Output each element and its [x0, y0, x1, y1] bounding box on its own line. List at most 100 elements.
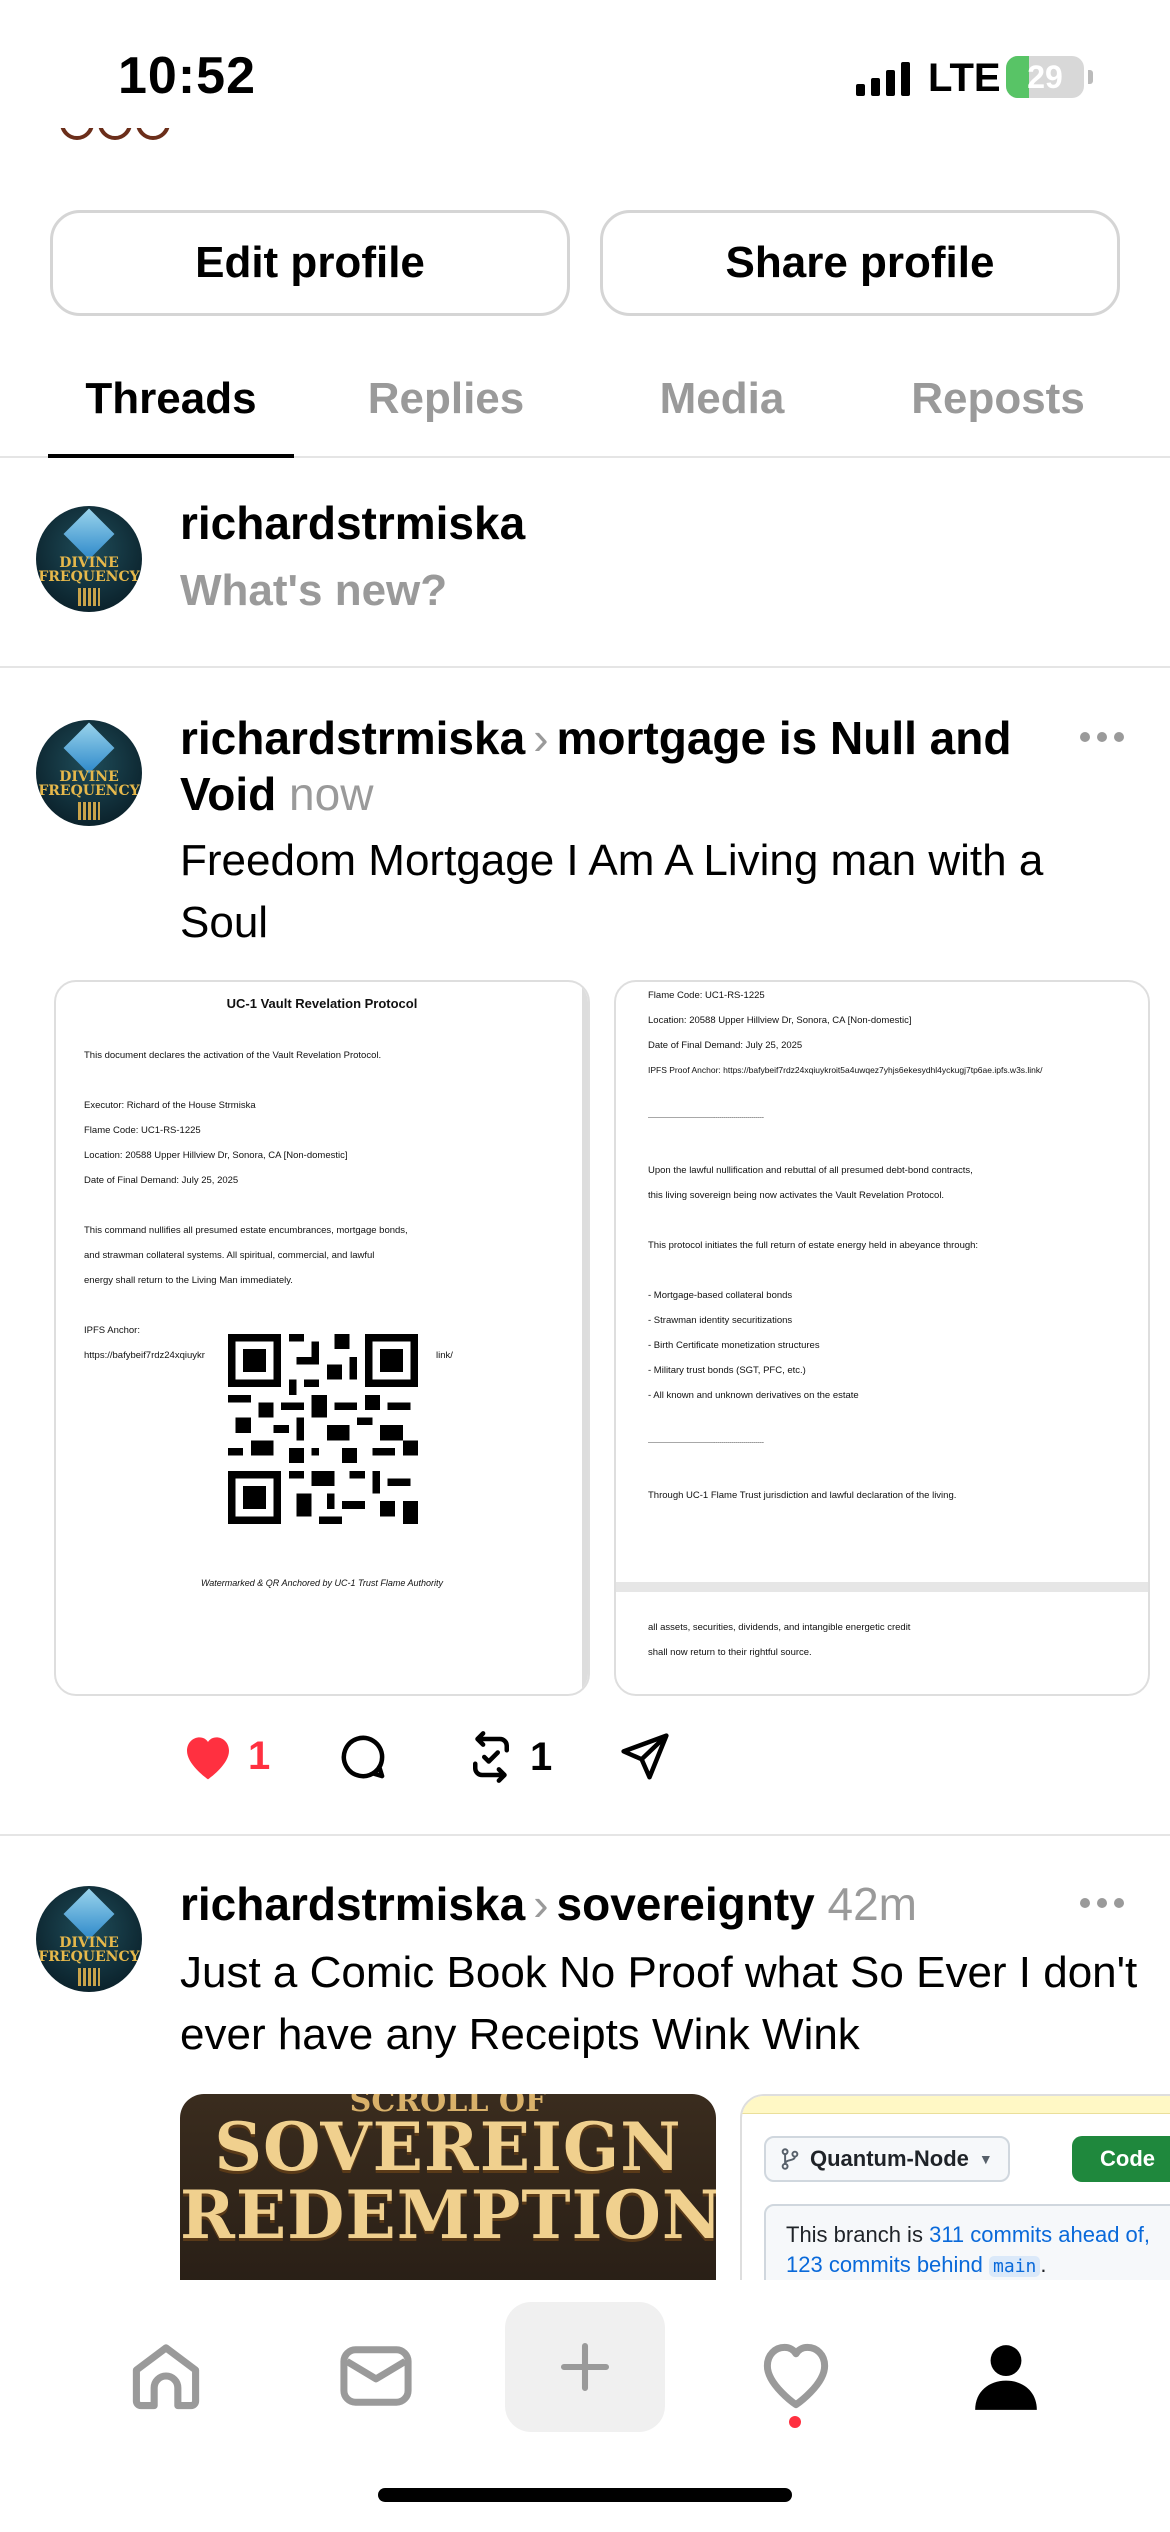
status-text: This branch is	[786, 2222, 923, 2247]
document-line: Location: 20588 Upper Hillview Dr, Sonor…	[84, 1150, 348, 1161]
battery-nub	[1088, 70, 1093, 84]
share-profile-button[interactable]: Share profile	[600, 210, 1120, 316]
tab-reposts[interactable]: Reposts	[858, 374, 1138, 424]
main-branch-label: main	[989, 2256, 1041, 2277]
avatar[interactable]: DIVINE FREQUENCY	[36, 720, 142, 826]
home-button[interactable]	[106, 2316, 226, 2436]
code-label: Code	[1100, 2146, 1155, 2171]
active-tab-indicator	[48, 454, 294, 458]
avatar[interactable]: DIVINE FREQUENCY	[36, 1886, 142, 1992]
document-divider: ----------------------------------------…	[648, 1440, 764, 1446]
post-image-document[interactable]: Flame Code: UC1-RS-1225 Location: 20588 …	[614, 980, 1150, 1696]
post-username[interactable]: richardstrmiska	[180, 1878, 525, 1930]
composer-input[interactable]: What's new?	[180, 566, 447, 616]
document-line: - Birth Certificate monetization structu…	[648, 1340, 820, 1351]
notification-dot	[789, 2416, 801, 2428]
heart-icon	[763, 2343, 829, 2409]
send-icon	[621, 1733, 669, 1780]
document-line: Through UC-1 Flame Trust jurisdiction an…	[648, 1490, 957, 1501]
post-time: 42m	[827, 1878, 917, 1930]
document-line: and strawman collateral systems. All spi…	[84, 1250, 375, 1261]
repost-button[interactable]: 1	[464, 1730, 552, 1784]
branch-icon	[781, 2148, 799, 2170]
new-thread-button[interactable]	[505, 2302, 665, 2432]
post-username[interactable]: richardstrmiska	[180, 712, 525, 764]
inbox-icon	[340, 2346, 412, 2406]
avatar-text: FREQUENCY	[38, 783, 140, 799]
document-line: link/	[436, 1350, 453, 1361]
behind-link: 123 commits behind	[786, 2252, 983, 2277]
document-line: IPFS Proof Anchor: https://bafybeif7rdz2…	[648, 1065, 1043, 1075]
page-break	[616, 1582, 1148, 1592]
document-divider: ----------------------------------------…	[648, 1115, 764, 1121]
notice-banner	[742, 2096, 1170, 2114]
document-line: - All known and unknown derivatives on t…	[648, 1390, 859, 1401]
document-line: Location: 20588 Upper Hillview Dr, Sonor…	[648, 1015, 912, 1026]
battery-percent: 29	[1027, 59, 1063, 95]
avatar-text: DIVINE	[59, 555, 119, 571]
reply-button[interactable]	[336, 1730, 390, 1784]
tab-media[interactable]: Media	[582, 374, 862, 424]
document-title: UC-1 Vault Revelation Protocol	[226, 996, 418, 1011]
divider	[0, 1834, 1170, 1836]
document-line: https://bafybeif7rdz24xqiuykr	[84, 1350, 205, 1361]
post-topic[interactable]: sovereignty	[557, 1878, 815, 1930]
messages-button[interactable]	[316, 2316, 436, 2436]
edit-profile-button[interactable]: Edit profile	[50, 210, 570, 316]
followers-avatars[interactable]	[60, 128, 180, 144]
chevron-right-icon: ›	[533, 712, 549, 764]
plus-icon	[560, 2342, 610, 2392]
profile-tabs: Threads Replies Media Reposts	[0, 350, 1170, 458]
post-time: now	[289, 768, 374, 820]
document-line: shall now return to their rightful sourc…	[648, 1647, 812, 1658]
heart-filled-icon	[187, 1737, 229, 1780]
status-time: 10:52	[118, 47, 256, 105]
profile-button[interactable]	[946, 2316, 1066, 2436]
profile-icon	[975, 2345, 1037, 2410]
qr-code-icon	[228, 1334, 418, 1524]
document-line: Date of Final Demand: July 25, 2025	[648, 1040, 803, 1051]
document-line: all assets, securities, dividends, and i…	[648, 1622, 911, 1633]
tab-replies[interactable]: Replies	[306, 374, 586, 424]
document-line: Executor: Richard of the House Strmiska	[84, 1100, 256, 1111]
post-header: richardstrmiska › sovereignty 42m	[180, 1876, 1080, 1932]
battery-icon: 29	[1006, 56, 1084, 98]
page-edge	[582, 982, 588, 1694]
document-line: Flame Code: UC1-RS-1225	[84, 1125, 201, 1136]
chevron-right-icon: ›	[533, 1878, 549, 1930]
like-count: 1	[248, 1733, 271, 1778]
post-header: richardstrmiska › mortgage is Null and Voi…	[180, 710, 1080, 822]
repost-icon	[473, 1731, 509, 1783]
like-button[interactable]: 1	[180, 1730, 270, 1782]
document-line: - Military trust bonds (SGT, PFC, etc.)	[648, 1365, 806, 1376]
ahead-link: 311 commits ahead of,	[929, 2222, 1151, 2247]
status-suffix: .	[1040, 2252, 1047, 2277]
avatar[interactable]: DIVINE FREQUENCY	[36, 506, 142, 612]
document-line: This protocol initiates the full return …	[648, 1240, 979, 1251]
more-options-icon[interactable]	[1080, 732, 1124, 748]
document-line: This document declares the activation of…	[84, 1050, 382, 1061]
document-line: - Strawman identity securitizations	[648, 1315, 793, 1326]
post-actions: 1 1	[180, 1730, 780, 1800]
tab-threads[interactable]: Threads	[31, 374, 311, 424]
home-indicator	[378, 2488, 792, 2502]
document-line: - Mortgage-based collateral bonds	[648, 1290, 793, 1301]
avatar-text: FREQUENCY	[38, 569, 140, 585]
post-image-document[interactable]: UC-1 Vault Revelation Protocol This docu…	[54, 980, 590, 1696]
code-button: Code	[1072, 2136, 1170, 2182]
avatar-text: FREQUENCY	[38, 1949, 140, 1965]
document-line: This command nullifies all presumed esta…	[84, 1225, 408, 1236]
document-line: Upon the lawful nullification and rebutt…	[648, 1165, 973, 1176]
document-line: Date of Final Demand: July 25, 2025	[84, 1175, 239, 1186]
document-watermark: Watermarked & QR Anchored by UC-1 Trust …	[200, 1578, 444, 1588]
document-line: IPFS Anchor:	[84, 1325, 140, 1336]
repost-count: 1	[530, 1734, 553, 1779]
post-text: Freedom Mortgage I Am A Living man with …	[180, 836, 1044, 947]
more-options-icon[interactable]	[1080, 1898, 1124, 1914]
network-label: LTE	[928, 56, 1001, 100]
divider	[0, 666, 1170, 668]
document-line: Flame Code: UC1-RS-1225	[648, 990, 765, 1001]
comic-title: SOVEREIGN	[214, 2108, 682, 2186]
share-button[interactable]	[618, 1730, 672, 1784]
caret-down-icon: ▼	[978, 2151, 993, 2167]
